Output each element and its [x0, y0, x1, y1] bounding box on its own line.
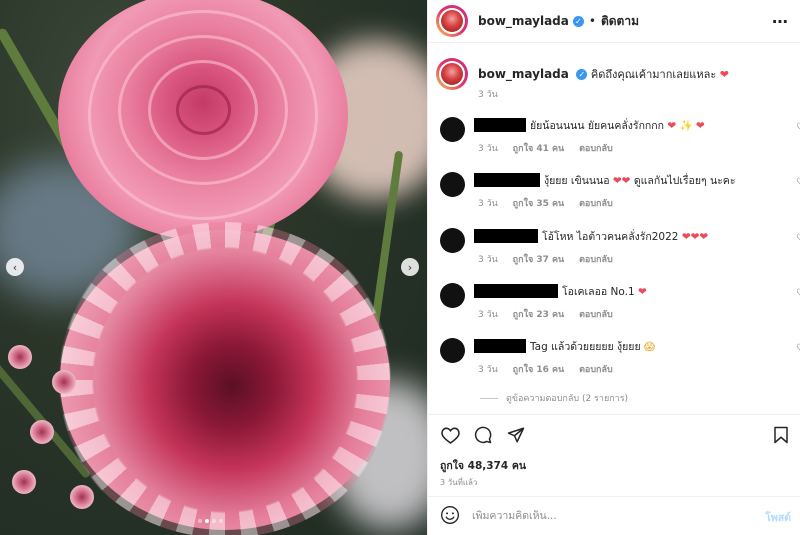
carousel-dot: [212, 519, 216, 523]
pink-ranunculus: [58, 0, 348, 240]
carousel-next-button[interactable]: ›: [401, 258, 419, 276]
comment-item: ยัยน้อนนนน ยัยคนคลั่งรักกกก ❤ ✨ ❤ 3 วัน …: [440, 117, 800, 167]
avatar[interactable]: [440, 228, 465, 253]
avatar[interactable]: [440, 338, 465, 363]
like-count[interactable]: ถูกใจ 48,374 คน: [440, 457, 526, 474]
comment-like-count[interactable]: ถูกใจ 35 คน: [513, 199, 565, 209]
reply-button[interactable]: ตอบกลับ: [579, 144, 613, 154]
redacted-username: [474, 229, 538, 243]
post-header: bow_maylada ✓ • ติดตาม ⋯: [428, 0, 800, 43]
comment-item: โอ้โหห ไอต้าวคนคลั่งรัก2022 ❤❤❤ 3 วัน ถู…: [440, 228, 800, 278]
pink-carnation: [52, 222, 398, 535]
chevron-right-icon: ›: [407, 260, 413, 274]
instagram-post-modal: ‹ › bow_maylada ✓ • ติดตาม ⋯ bow_maylada: [0, 0, 800, 535]
carousel-dot-active: [205, 519, 209, 523]
comment-timestamp: 3 วัน: [478, 365, 498, 375]
verified-badge-icon: ✓: [572, 15, 584, 27]
like-comment-heart-icon[interactable]: ♡: [796, 122, 800, 133]
carousel-dot: [219, 519, 223, 523]
comment-item: งุ้ยยย เขินนนอ ❤❤ ดูแลกันไปเรื่อยๆ นะคะ …: [440, 172, 800, 222]
small-blossom: [52, 370, 76, 394]
comment-text: โอเคเลออ No.1: [562, 286, 635, 298]
comment-text-cont: ดูแลกันไปเรื่อยๆ นะคะ: [633, 175, 736, 187]
follow-button[interactable]: ติดตาม: [601, 12, 639, 31]
reply-button[interactable]: ตอบกลับ: [579, 365, 613, 375]
like-comment-heart-icon[interactable]: ♡: [796, 177, 800, 188]
comment-input[interactable]: [472, 510, 732, 522]
reply-button[interactable]: ตอบกลับ: [579, 310, 613, 320]
avatar[interactable]: [440, 117, 465, 142]
share-paper-plane-icon[interactable]: [506, 425, 526, 445]
small-blossom: [12, 470, 36, 494]
like-comment-heart-icon[interactable]: ♡: [796, 233, 800, 244]
redacted-username: [474, 173, 540, 187]
comment-like-count[interactable]: ถูกใจ 41 คน: [513, 144, 565, 154]
emoji-smiley-icon[interactable]: [440, 505, 460, 528]
comment-timestamp: 3 วัน: [478, 144, 498, 154]
caption-timestamp: 3 วัน: [478, 90, 498, 100]
comment-text: งุ้ยยย เขินนนอ: [544, 175, 610, 187]
like-comment-heart-icon[interactable]: ♡: [796, 288, 800, 299]
comment-text: Tag แล้วด้วยยยยย งุ้ยยย: [530, 341, 641, 353]
like-comment-heart-icon[interactable]: ♡: [796, 343, 800, 354]
verified-badge-icon: ✓: [576, 69, 588, 80]
emoji: ❤: [638, 286, 647, 298]
view-replies-button[interactable]: ดูข้อความตอบกลับ (2 รายการ): [480, 391, 628, 405]
avatar[interactable]: [436, 5, 468, 37]
more-options-icon[interactable]: ⋯: [772, 12, 789, 31]
comment-text: โอ้โหห ไอต้าวคนคลั่งรัก2022: [542, 231, 679, 243]
comment-text: ยัยน้อนนนน ยัยคนคลั่งรักกกก: [530, 120, 664, 132]
comments-list: bow_maylada ✓ คิดถึงคุณเค้ามากเลยแหละ ❤ …: [428, 44, 800, 414]
header-username[interactable]: bow_maylada: [478, 14, 569, 28]
emoji: 😱: [643, 341, 655, 353]
post-caption: bow_maylada ✓ คิดถึงคุณเค้ามากเลยแหละ ❤: [436, 58, 729, 90]
comment-like-count[interactable]: ถูกใจ 16 คน: [513, 365, 565, 375]
avatar[interactable]: [440, 172, 465, 197]
caption-username[interactable]: bow_maylada: [478, 67, 569, 81]
emoji: ❤❤❤: [681, 231, 709, 243]
comment-item: Tag แล้วด้วยยยยย งุ้ยยย 😱 3 วัน ถูกใจ 16…: [440, 338, 800, 388]
add-comment-bar: โพสต์: [428, 496, 800, 535]
small-blossom: [30, 420, 54, 444]
reply-button[interactable]: ตอบกลับ: [579, 199, 613, 209]
like-heart-icon[interactable]: [440, 425, 460, 445]
post-actions: ถูกใจ 48,374 คน 3 วันที่แล้ว: [428, 414, 800, 494]
redacted-username: [474, 284, 558, 298]
post-comment-button[interactable]: โพสต์: [765, 509, 791, 526]
small-blossom: [70, 485, 94, 509]
comment-bubble-icon[interactable]: [473, 425, 493, 445]
avatar[interactable]: [440, 283, 465, 308]
comment-timestamp: 3 วัน: [478, 199, 498, 209]
emoji: ❤ ✨ ❤: [667, 120, 705, 132]
heart-emoji: ❤: [719, 68, 730, 81]
redacted-username: [474, 118, 526, 132]
avatar[interactable]: [436, 58, 468, 90]
save-bookmark-icon[interactable]: [771, 425, 791, 445]
small-blossom: [8, 345, 32, 369]
carousel-dot: [198, 519, 202, 523]
redacted-username: [474, 339, 526, 353]
reply-button[interactable]: ตอบกลับ: [579, 255, 613, 265]
caption-text: คิดถึงคุณเค้ามากเลยแหละ: [590, 68, 717, 81]
comment-like-count[interactable]: ถูกใจ 23 คน: [513, 310, 565, 320]
post-timestamp: 3 วันที่แล้ว: [440, 478, 478, 487]
carousel-prev-button[interactable]: ‹: [6, 258, 24, 276]
post-photo: ‹ ›: [0, 0, 427, 535]
view-replies-label: ดูข้อความตอบกลับ (2 รายการ): [506, 394, 629, 404]
comment-timestamp: 3 วัน: [478, 255, 498, 265]
comment-item: โอเคเลออ No.1 ❤ 3 วัน ถูกใจ 23 คน ตอบกลั…: [440, 283, 800, 333]
comment-like-count[interactable]: ถูกใจ 37 คน: [513, 255, 565, 265]
carousel-indicator: [198, 519, 223, 523]
chevron-left-icon: ‹: [12, 260, 18, 274]
separator-dot: •: [588, 14, 596, 28]
comment-timestamp: 3 วัน: [478, 310, 498, 320]
post-side-panel: bow_maylada ✓ • ติดตาม ⋯ bow_maylada ✓ ค…: [427, 0, 800, 535]
emoji: ❤❤: [612, 175, 631, 187]
